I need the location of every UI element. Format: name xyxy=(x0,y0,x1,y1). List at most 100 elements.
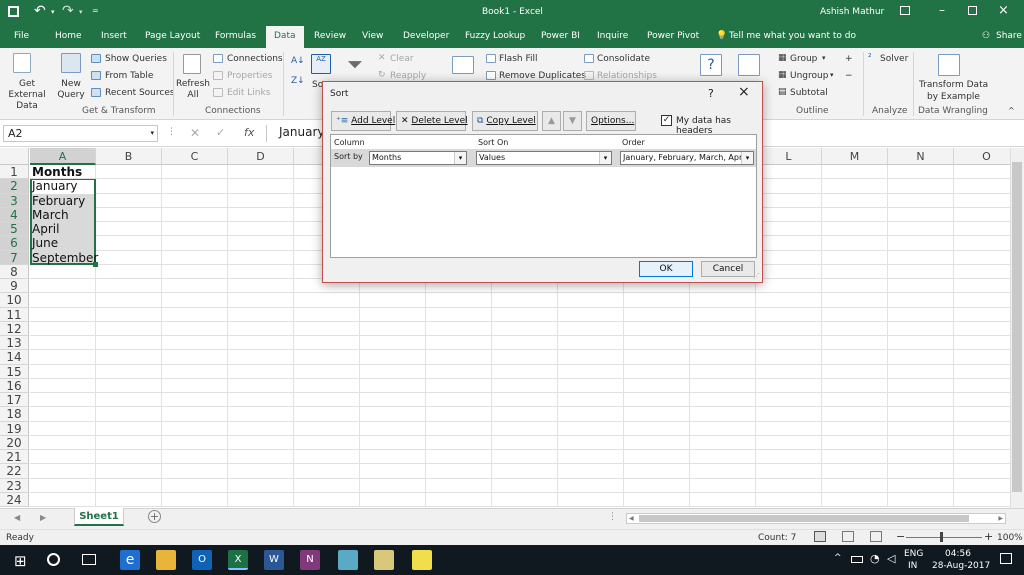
row-header-4[interactable]: 4 xyxy=(0,207,29,222)
what-if-icon[interactable]: ? xyxy=(700,54,722,76)
row-header-21[interactable]: 21 xyxy=(0,450,29,465)
collapse-ribbon-icon[interactable]: ^ xyxy=(1008,106,1015,115)
select-all-corner[interactable] xyxy=(0,148,29,165)
tab-view[interactable]: View xyxy=(362,31,383,41)
vertical-scroll-thumb[interactable] xyxy=(1012,162,1022,492)
recent-sources-button[interactable]: Recent Sources xyxy=(105,88,175,98)
relationships-button[interactable]: Relationships xyxy=(597,71,657,81)
column-header-c[interactable]: C xyxy=(162,148,228,165)
redo-dropdown-icon[interactable]: ▾ xyxy=(79,8,83,16)
zoom-slider[interactable] xyxy=(906,537,982,538)
word-icon[interactable]: W xyxy=(264,550,284,570)
language-top[interactable]: ENG xyxy=(904,549,923,559)
row-header-17[interactable]: 17 xyxy=(0,393,29,408)
notifications-icon[interactable] xyxy=(1000,553,1012,564)
tab-fuzzy-lookup[interactable]: Fuzzy Lookup xyxy=(465,31,525,41)
row-header-13[interactable]: 13 xyxy=(0,336,29,351)
remove-duplicates-button[interactable]: Remove Duplicates xyxy=(499,71,586,81)
column-header-b[interactable]: B xyxy=(96,148,162,165)
tab-insert[interactable]: Insert xyxy=(101,31,127,41)
text-to-columns-icon[interactable] xyxy=(452,56,474,74)
undo-dropdown-icon[interactable]: ▾ xyxy=(51,8,55,16)
add-level-button[interactable]: ⁺≡ Add Level xyxy=(331,111,395,131)
move-down-button[interactable]: ▼ xyxy=(563,111,582,131)
ungroup-dropdown-icon[interactable]: ▾ xyxy=(830,71,834,79)
row-header-23[interactable]: 23 xyxy=(0,478,29,493)
move-up-button[interactable]: ▲ xyxy=(542,111,561,131)
cell-a2[interactable]: January xyxy=(30,179,96,193)
sort-on-select[interactable]: Values ▾ xyxy=(476,151,612,165)
row-header-24[interactable]: 24 xyxy=(0,492,29,507)
app-icon[interactable] xyxy=(338,550,358,570)
cell-a3[interactable]: February xyxy=(30,194,96,208)
reapply-button[interactable]: Reapply xyxy=(390,71,426,81)
task-view-icon[interactable] xyxy=(82,554,96,565)
delete-level-button[interactable]: ✕ Delete Level xyxy=(396,111,468,131)
scroll-left-icon[interactable]: ◀ xyxy=(629,515,634,522)
show-queries-button[interactable]: Show Queries xyxy=(105,54,167,64)
filter-icon[interactable]: ⏷ xyxy=(347,52,363,76)
group-button[interactable]: Group xyxy=(790,54,817,64)
row-header-1[interactable]: 1 xyxy=(0,165,29,180)
dialog-help-button[interactable]: ? xyxy=(708,87,714,100)
sort-icon[interactable]: AZ xyxy=(311,54,331,74)
row-header-9[interactable]: 9 xyxy=(0,279,29,294)
minimize-icon[interactable]: – xyxy=(939,3,945,17)
tab-page-layout[interactable]: Page Layout xyxy=(145,31,200,41)
zoom-thumb[interactable] xyxy=(940,532,943,542)
tab-power-pivot[interactable]: Power Pivot xyxy=(647,31,699,41)
clock-date[interactable]: 28-Aug-2017 xyxy=(932,561,990,571)
windows-start-icon[interactable]: ⊞ xyxy=(14,552,27,570)
row-header-5[interactable]: 5 xyxy=(0,222,29,237)
onenote-icon[interactable]: N xyxy=(300,550,320,570)
customize-qat-icon[interactable]: = xyxy=(92,6,99,15)
save-icon[interactable] xyxy=(8,6,19,17)
cell-a1[interactable]: Months xyxy=(30,165,96,179)
row-header-22[interactable]: 22 xyxy=(0,464,29,479)
share-button[interactable]: Share xyxy=(996,31,1022,41)
row-header-18[interactable]: 18 xyxy=(0,407,29,422)
sticky-notes-icon[interactable] xyxy=(412,550,432,570)
new-query-button[interactable]: New Query xyxy=(56,79,86,101)
column-header-d[interactable]: D xyxy=(228,148,294,165)
tab-split-dots-icon[interactable]: ⋮ xyxy=(608,512,617,522)
cancel-entry-icon[interactable]: ✕ xyxy=(190,126,200,140)
volume-icon[interactable]: ◁ xyxy=(887,552,895,565)
zoom-in-icon[interactable]: + xyxy=(984,530,993,543)
sheet-tab-sheet1[interactable]: Sheet1 xyxy=(74,508,124,526)
show-detail-icon[interactable]: + xyxy=(845,54,853,64)
sort-level-row[interactable]: Sort by Months ▾ Values ▾ January, Febru… xyxy=(331,149,756,167)
tab-inquire[interactable]: Inquire xyxy=(597,31,628,41)
language-bottom[interactable]: IN xyxy=(908,561,917,571)
outlook-icon[interactable]: O xyxy=(192,550,212,570)
row-header-20[interactable]: 20 xyxy=(0,435,29,450)
file-explorer-icon[interactable] xyxy=(156,550,176,570)
ungroup-button[interactable]: Ungroup xyxy=(790,71,828,81)
forecast-sheet-icon[interactable] xyxy=(738,54,760,76)
tab-review[interactable]: Review xyxy=(314,31,346,41)
tray-chevron-icon[interactable]: ^ xyxy=(834,553,842,563)
resize-grip-icon[interactable]: ⋰ xyxy=(753,272,760,280)
cell-a4[interactable]: March xyxy=(30,208,96,222)
column-header-n[interactable]: N xyxy=(888,148,954,165)
refresh-all-button[interactable]: Refresh All xyxy=(176,79,210,101)
ok-button[interactable]: OK xyxy=(639,261,693,277)
headers-checkbox[interactable]: ✓ xyxy=(661,115,672,126)
battery-icon[interactable] xyxy=(851,556,863,563)
restore-icon[interactable] xyxy=(968,6,977,15)
cell-a6[interactable]: June xyxy=(30,236,96,250)
cortana-icon[interactable] xyxy=(47,553,60,566)
flash-fill-button[interactable]: Flash Fill xyxy=(499,54,537,64)
row-header-8[interactable]: 8 xyxy=(0,264,29,279)
sort-za-icon[interactable]: Z↓ xyxy=(291,76,305,86)
new-sheet-icon[interactable]: + xyxy=(148,510,161,523)
clock-time[interactable]: 04:56 xyxy=(945,549,971,559)
get-external-data-button[interactable]: Get External Data xyxy=(2,79,52,112)
order-select[interactable]: January, February, March, April ▾ xyxy=(620,151,754,165)
copy-level-button[interactable]: ⧉ Copy Level xyxy=(472,111,538,131)
ribbon-display-icon[interactable] xyxy=(900,6,910,15)
subtotal-button[interactable]: Subtotal xyxy=(790,88,828,98)
row-header-12[interactable]: 12 xyxy=(0,321,29,336)
redo-icon[interactable]: ↷ xyxy=(62,3,74,19)
prev-sheet-icon[interactable]: ◀ xyxy=(14,513,20,522)
